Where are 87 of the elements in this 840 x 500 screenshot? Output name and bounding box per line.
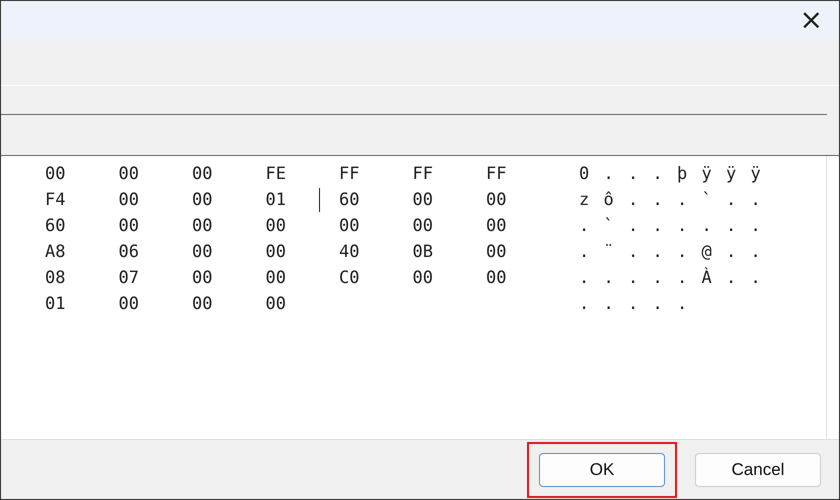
hex-byte: 0B [412,242,433,262]
text-char: . [677,216,688,236]
hex-byte: 40 [338,242,360,262]
hex-byte: 00 [118,164,139,184]
hex-byte: 00 [191,242,212,262]
text-char: . [628,294,640,314]
text-char: . [750,190,762,210]
hex-byte: 00 [191,268,212,288]
text-char: . [579,216,590,236]
hex-byte: 00 [264,294,286,314]
hex-byte: 00 [118,216,139,236]
hex-byte: 00 [191,164,212,184]
hex-byte: 00 [44,164,66,184]
hex-byte: F4 [44,190,66,210]
text-char: 0 [579,164,590,184]
hex-byte: C0 [338,268,360,288]
hex-byte: 00 [264,216,286,236]
hex-byte: 01 [264,190,286,210]
text-char: . [628,268,640,288]
hex-byte: FF [338,164,360,184]
text-char: . [677,190,688,210]
hex-byte: 00 [118,294,139,314]
hex-byte: 60 [44,216,66,236]
text-char: . [604,268,615,288]
dialog-button[interactable]: Cancel [695,452,821,486]
text-char: ÿ [750,164,762,184]
text-char: . [652,294,664,314]
hex-byte: 00 [412,216,433,236]
text-char: ¨ [604,242,615,262]
text-char: . [677,242,688,262]
hex-byte: 00 [264,242,286,262]
hex-byte: 00 [191,294,212,314]
hex-byte: 00 [191,190,212,210]
text-char: . [726,242,738,262]
hex-byte: 00 [485,242,506,262]
text-char: . [726,190,738,210]
text-char: . [652,268,664,288]
hex-byte: A8 [44,242,66,262]
text-char: . [579,242,590,262]
hex-byte: 00 [118,190,139,210]
text-char: . [677,294,688,314]
hex-byte: 07 [118,268,139,288]
hex-byte: 08 [44,268,66,288]
text-char: ÿ [702,164,713,184]
text-char: þ [677,164,688,184]
hex-byte: 00 [485,268,506,288]
text-char: . [652,190,664,210]
text-char: . [579,268,590,288]
hex-byte: FF [485,164,506,184]
hex-byte: 01 [44,294,66,314]
text-char: ` [702,190,713,210]
text-char: . [628,242,640,262]
text-char: . [652,242,664,262]
text-char: . [750,268,762,288]
hex-byte: 00 [485,216,506,236]
text-char: . [628,190,640,210]
text-char: . [652,216,664,236]
hex-byte: 00 [338,216,360,236]
hex-byte: 00 [412,190,433,210]
text-char: . [726,268,738,288]
text-char: . [604,294,615,314]
text-char: ` [604,216,615,236]
text-char: . [677,268,688,288]
text-char: . [652,164,664,184]
hex-byte: 60 [338,190,360,210]
dialog-button[interactable]: OK [539,452,665,486]
text-char: . [579,294,590,314]
hex-byte: FF [412,164,433,184]
text-char: @ [702,242,713,262]
text-char: . [702,216,713,236]
text-char: z [579,190,590,210]
text-char: . [628,164,640,184]
text-char: . [750,216,762,236]
text-char: . [726,216,738,236]
hex-byte: FE [264,164,286,184]
hex-byte: 00 [191,216,212,236]
text-char: ô [604,190,615,210]
text-char: . [604,164,615,184]
text-char: À [702,268,713,288]
text-char: . [750,242,762,262]
hex-byte: 00 [485,190,506,210]
close-button[interactable]: × [794,6,829,34]
text-char: . [628,216,640,236]
hex-byte: 00 [264,268,286,288]
hex-byte: 00 [412,268,433,288]
hex-byte: 06 [118,242,139,262]
text-char: ÿ [726,164,738,184]
